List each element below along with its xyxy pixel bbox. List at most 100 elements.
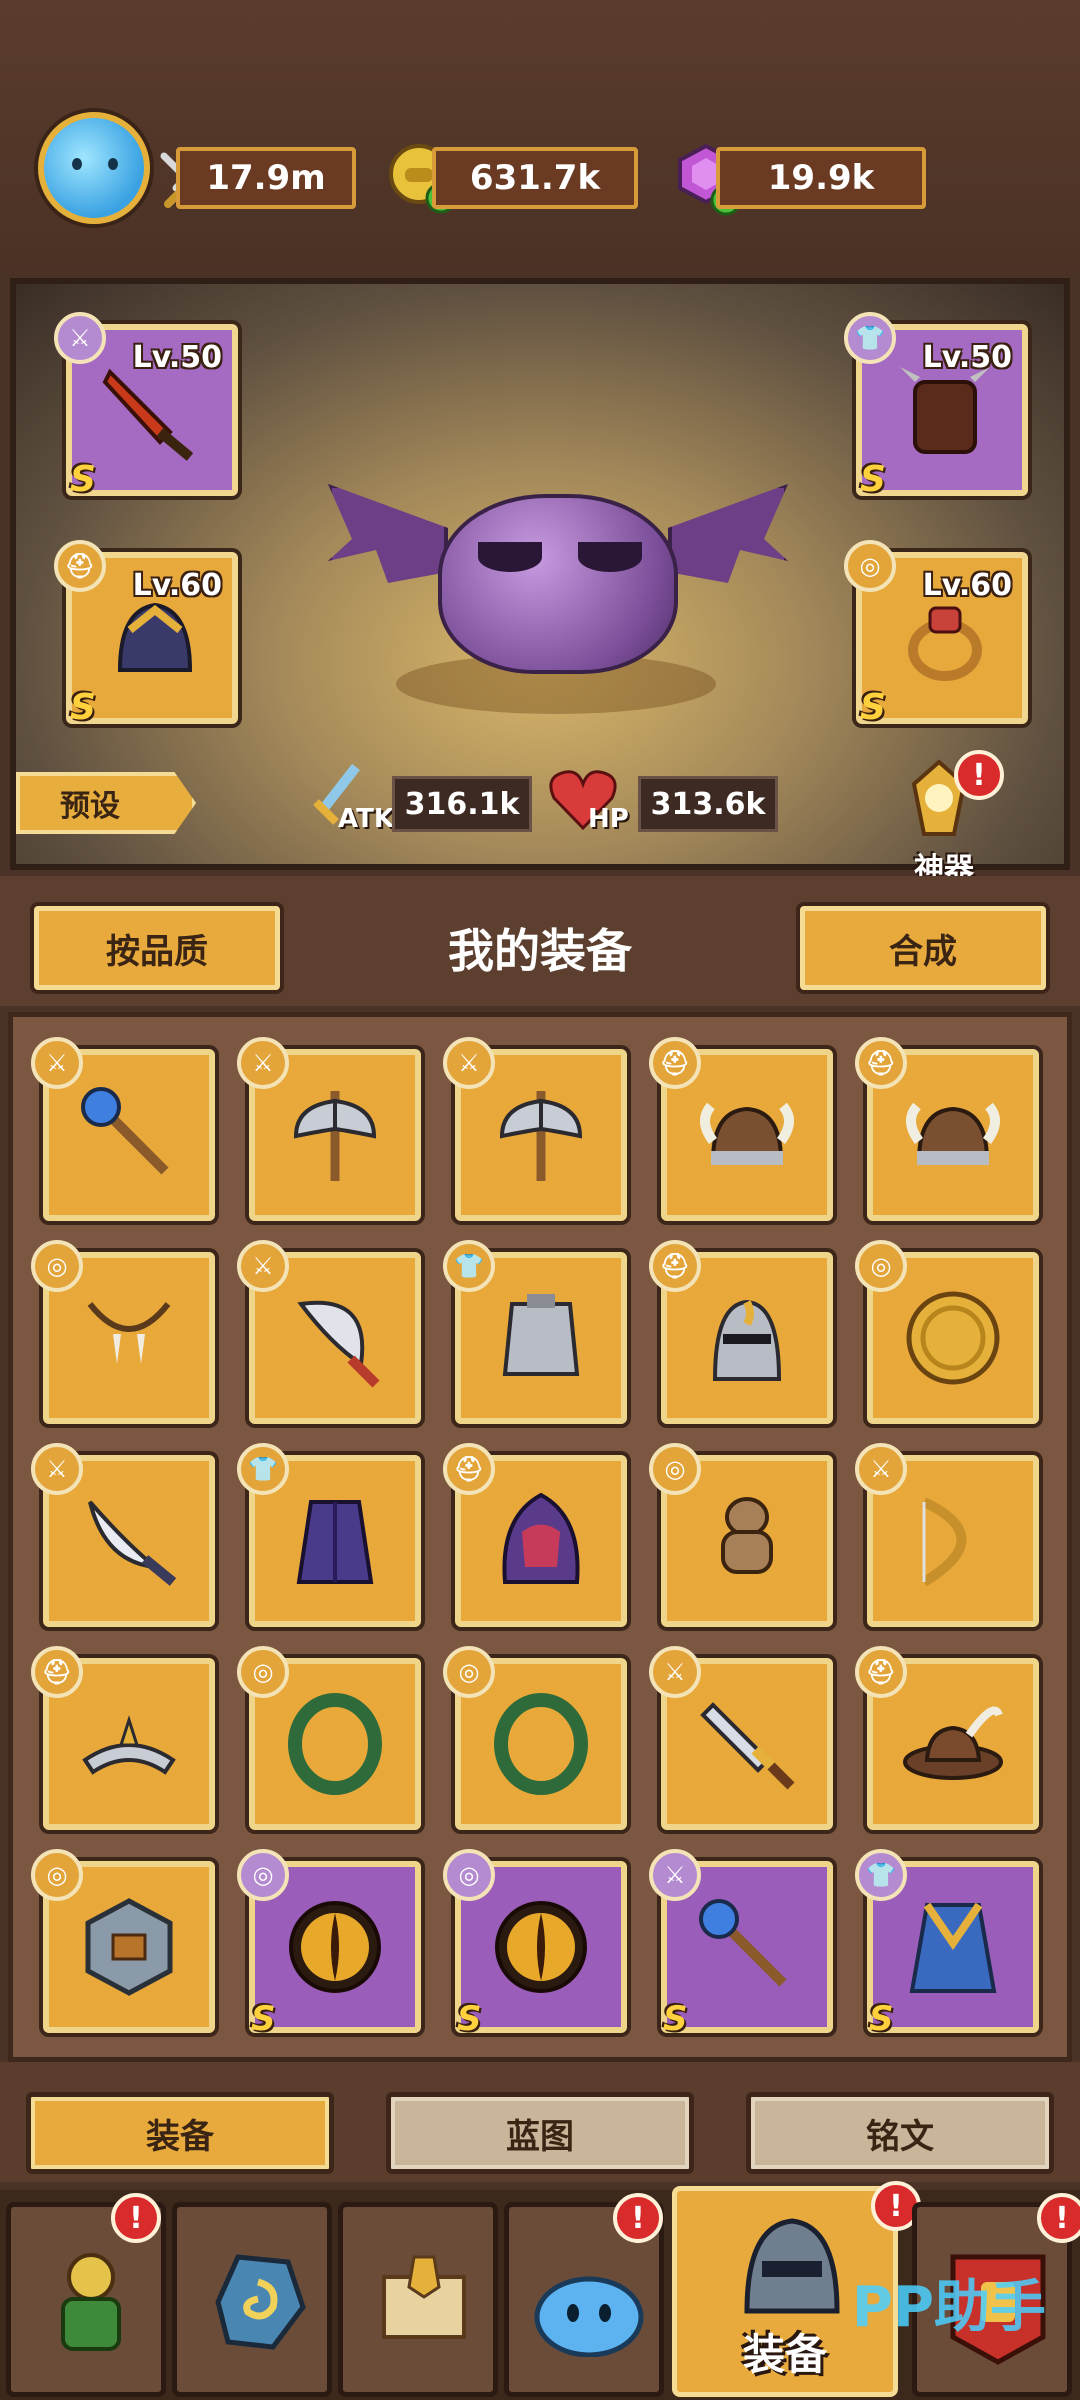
equipment-item-knight-helmet[interactable]: ⛑ (649, 1240, 833, 1424)
tab-inscription[interactable]: 铭文 (746, 2092, 1054, 2174)
battle-axe-icon (293, 1091, 377, 1181)
tiara-icon (82, 1715, 176, 1775)
equipped-armor-slot[interactable]: 👕 Lv.50 S (844, 312, 1028, 500)
nav-runes[interactable] (172, 2202, 332, 2397)
slime-icon (534, 2276, 644, 2357)
equipment-item-treasure-stone[interactable]: ◎ (31, 1849, 215, 2033)
feathered-hat-icon (903, 1706, 1003, 1780)
equipped-ring-slot[interactable]: ◎ Lv.60 S (844, 540, 1028, 728)
purple-hood-icon (502, 1492, 580, 1584)
scimitar-icon (297, 1300, 380, 1388)
artifact-button[interactable]: 神器 ! (884, 750, 1004, 887)
equipment-item-gold-coin[interactable]: ◎ (855, 1240, 1039, 1424)
spiked-armor-icon (900, 367, 990, 454)
royal-coat-icon (909, 1902, 997, 1993)
atk-value: 316.1k (392, 776, 532, 832)
equipment-item-curved-dagger[interactable]: ⚔ (31, 1443, 215, 1627)
scroll-icon (382, 2255, 466, 2339)
item-rank: S (457, 1999, 482, 2039)
ring-rank: S (860, 687, 886, 728)
preset-button[interactable]: 预设 (16, 772, 196, 834)
item-rank: S (663, 1999, 688, 2039)
item-rank: S (251, 1999, 276, 2039)
armor-rank: S (860, 459, 886, 500)
equipped-helmet-slot[interactable]: ⛑ Lv.60 S (54, 540, 238, 728)
equipment-item-feathered-hat[interactable]: ⛑ (855, 1646, 1039, 1830)
nav-pets[interactable]: ! (504, 2193, 664, 2397)
demon-slime-character (328, 454, 788, 684)
gems-value: 19.9k (716, 147, 926, 209)
equipment-item-bow[interactable]: ⚔ (855, 1443, 1039, 1627)
hp-label: HP (588, 804, 629, 834)
equipment-item-short-sword[interactable]: ⚔ (649, 1646, 833, 1830)
equipment-item-royal-coat[interactable]: 👕 S (855, 1849, 1039, 2039)
treasure-stone-icon (85, 1898, 173, 1996)
flame-sword-icon (102, 368, 194, 461)
viking-helmet-icon (906, 1102, 1000, 1165)
watermark-logo: PP助手 (851, 2275, 1046, 2340)
curved-dagger-icon (88, 1500, 177, 1586)
item-rank: S (869, 1999, 894, 2039)
equipment-item-jade-ring[interactable]: ◎ (237, 1646, 421, 1830)
equipment-header: 按品质 我的装备 合成 (0, 876, 1080, 1006)
jade-ring-icon (494, 1693, 588, 1795)
equipment-item-jade-ring[interactable]: ◎ (443, 1646, 627, 1830)
equipment-item-viking-helmet[interactable]: ⛑ (649, 1037, 833, 1221)
equipment-item-dragon-eye[interactable]: ◎ S (237, 1849, 421, 2039)
equipment-item-dragon-eye[interactable]: ◎ S (443, 1849, 627, 2039)
equipment-item-battle-axe[interactable]: ⚔ (237, 1037, 421, 1221)
helmet-icon (744, 2218, 840, 2314)
chestplate-icon (502, 1294, 580, 1376)
equipment-item-scimitar[interactable]: ⚔ (237, 1240, 421, 1424)
equipment-item-voodoo-doll[interactable]: ◎ (649, 1443, 833, 1627)
equipment-item-chestplate[interactable]: 👕 (443, 1240, 627, 1424)
shirt-type-icon: 👕 (844, 312, 896, 364)
jade-ring-icon (288, 1693, 382, 1795)
power-value: 17.9m (176, 147, 356, 209)
top-bar: 17.9m 631.7k 19.9k (0, 0, 1080, 265)
guild-alert-icon: ! (1037, 2193, 1080, 2243)
equipment-item-tiara[interactable]: ⛑ (31, 1646, 215, 1830)
nav-quests[interactable] (338, 2202, 498, 2397)
hero-alert-icon: ! (111, 2193, 161, 2243)
sword-type-icon: ⚔ (54, 312, 106, 364)
sort-by-quality-button[interactable]: 按品质 (34, 906, 280, 990)
fang-necklace-icon (87, 1302, 171, 1364)
helmet-type-icon: ⛑ (54, 540, 106, 592)
equipment-item-staff[interactable]: ⚔ (31, 1037, 215, 1221)
weapon-rank: S (70, 459, 96, 500)
gem-ring-icon (908, 606, 982, 681)
tab-equipment[interactable]: 装备 (26, 2092, 334, 2174)
tab-blueprint[interactable]: 蓝图 (386, 2092, 694, 2174)
equipped-weapon-slot[interactable]: ⚔ Lv.50 S (54, 312, 238, 500)
bow-icon (921, 1497, 967, 1587)
ring-type-icon: ◎ (844, 540, 896, 592)
equipment-grid: ⚔ ⚔ ⚔ ⛑ ⛑ ◎ ⚔ 👕 ⛑ ◎ ⚔ 👕 ⛑ ◎ ⚔ ⛑ ◎ ◎ ⚔ ⛑ ◎ ◎ S ◎ S ⚔ S 👕 S (8, 1012, 1072, 2062)
player-avatar[interactable] (38, 112, 150, 224)
artifact-alert-icon: ! (954, 750, 1004, 800)
nav-hero[interactable]: ! (6, 2193, 166, 2397)
equipment-item-viking-helmet[interactable]: ⛑ (855, 1037, 1039, 1221)
staff-icon (699, 1899, 787, 1987)
hero-panel: ⚔ Lv.50 S 👕 Lv.50 S ⛑ Lv.60 S ◎ Lv.60 S … (10, 278, 1070, 887)
golden-helmet-icon (117, 602, 193, 672)
battle-axe-icon (499, 1091, 583, 1181)
helmet-rank: S (70, 687, 96, 728)
bottom-tabs: 装备 蓝图 铭文 (0, 2062, 1080, 2182)
equipment-item-purple-coat[interactable]: 👕 (237, 1443, 421, 1627)
atk-label: ATK (338, 804, 394, 834)
merge-button[interactable]: 合成 (800, 906, 1046, 990)
equipment-item-staff[interactable]: ⚔ S (649, 1849, 833, 2039)
hp-value: 313.6k (638, 776, 778, 832)
equipment-item-fang-necklace[interactable]: ◎ (31, 1240, 215, 1424)
short-sword-icon (700, 1702, 795, 1790)
hero-icon (61, 2253, 121, 2351)
voodoo-doll-icon (721, 1497, 773, 1574)
purple-coat-icon (296, 1500, 374, 1584)
gold-value: 631.7k (432, 147, 638, 209)
slime-face-icon (66, 158, 126, 188)
gold-coin-icon (906, 1291, 1000, 1385)
equipment-item-purple-hood[interactable]: ⛑ (443, 1443, 627, 1627)
rune-icon (215, 2254, 306, 2350)
equipment-item-battle-axe[interactable]: ⚔ (443, 1037, 627, 1221)
